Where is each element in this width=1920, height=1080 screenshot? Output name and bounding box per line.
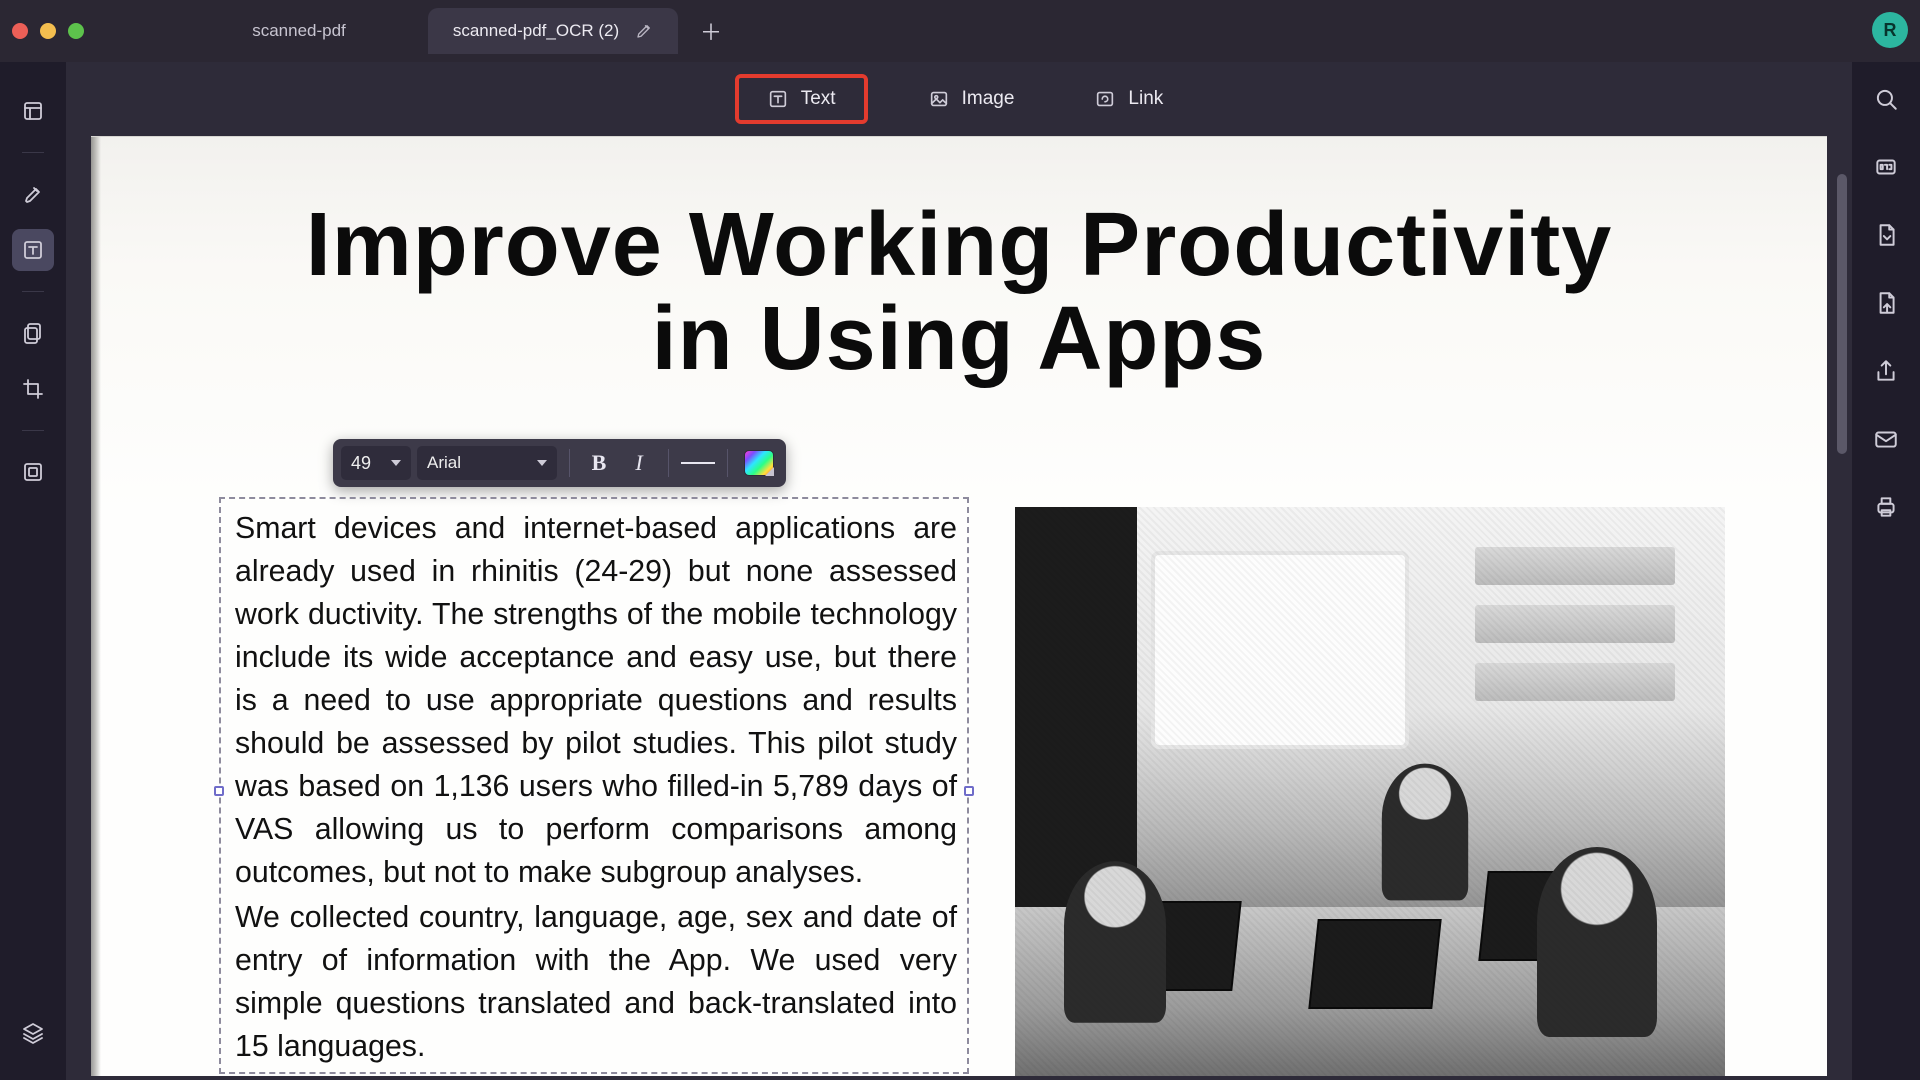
center-column: Text Image Link Improve Working Producti… [66, 62, 1852, 1080]
tab-label: scanned-pdf_OCR (2) [453, 21, 619, 41]
sidebar-thumbnails-button[interactable] [12, 90, 54, 132]
document-stage: Improve Working Productivity in Using Ap… [66, 136, 1852, 1080]
ocr-button[interactable] [1869, 150, 1903, 184]
ocr-icon [1873, 154, 1899, 180]
sidebar-edit-text-button[interactable] [12, 229, 54, 271]
edit-toolbar: Text Image Link [66, 62, 1852, 136]
selected-text-block[interactable]: Smart devices and internet-based applica… [219, 497, 969, 1074]
toolbar-divider [727, 449, 728, 477]
sidebar-divider [22, 291, 44, 292]
dropdown-corner-icon [765, 467, 774, 476]
text-format-toolbar: 49 Arial B I [333, 439, 786, 487]
font-size-value: 49 [351, 453, 371, 474]
edit-text-icon [21, 238, 45, 262]
text-color-button[interactable] [744, 450, 774, 476]
sidebar-divider [22, 430, 44, 431]
document-image[interactable] [1015, 507, 1725, 1076]
layers-icon [21, 1021, 45, 1045]
tab-scanned-pdf[interactable]: scanned-pdf [174, 8, 424, 54]
save-file-icon [1873, 290, 1899, 316]
document-page[interactable]: Improve Working Productivity in Using Ap… [91, 136, 1827, 1076]
toolbar-divider [668, 449, 669, 477]
tab-strip: scanned-pdf scanned-pdf_OCR (2) ＋ [174, 0, 726, 62]
share-button[interactable] [1869, 354, 1903, 388]
tab-scanned-pdf-ocr[interactable]: scanned-pdf_OCR (2) [428, 8, 678, 54]
sidebar-crop-button[interactable] [12, 368, 54, 410]
paragraph-2: We collected country, language, age, sex… [235, 896, 957, 1068]
search-icon [1873, 86, 1899, 112]
edit-icon [635, 22, 653, 40]
font-family-value: Arial [427, 453, 461, 473]
italic-button[interactable]: I [622, 446, 656, 480]
window-traffic-lights [12, 23, 84, 39]
text-tool-icon [767, 88, 789, 110]
window-close-dot[interactable] [12, 23, 28, 39]
toolbar-divider [569, 449, 570, 477]
toolbar-link-button[interactable]: Link [1074, 76, 1183, 122]
document-title: Improve Working Productivity in Using Ap… [91, 199, 1827, 386]
right-sidebar [1852, 62, 1920, 1080]
print-icon [1873, 494, 1899, 520]
watermark-icon [21, 460, 45, 484]
toolbar-text-button[interactable]: Text [735, 74, 868, 124]
toolbar-link-label: Link [1128, 88, 1163, 110]
thumbnails-icon [21, 99, 45, 123]
save-button[interactable] [1869, 286, 1903, 320]
avatar-initial: R [1884, 20, 1897, 41]
toolbar-text-label: Text [801, 88, 836, 110]
sidebar-highlight-button[interactable] [12, 173, 54, 215]
link-tool-icon [1094, 88, 1116, 110]
share-icon [1873, 358, 1899, 384]
left-sidebar [0, 62, 66, 1080]
print-button[interactable] [1869, 490, 1903, 524]
search-button[interactable] [1869, 82, 1903, 116]
title-line-1: Improve Working Productivity [306, 195, 1613, 295]
window-maximize-dot[interactable] [68, 23, 84, 39]
mail-button[interactable] [1869, 422, 1903, 456]
convert-button[interactable] [1869, 218, 1903, 252]
chevron-down-icon [391, 460, 401, 466]
sidebar-layers-button[interactable] [12, 1012, 54, 1054]
scrollbar-thumb[interactable] [1837, 174, 1847, 454]
app-frame: Text Image Link Improve Working Producti… [0, 62, 1920, 1080]
font-family-select[interactable]: Arial [417, 446, 557, 480]
convert-file-icon [1873, 222, 1899, 248]
page-copy-icon [21, 321, 45, 345]
title-line-2: in Using Apps [652, 289, 1267, 389]
mail-icon [1873, 426, 1899, 452]
sidebar-watermark-button[interactable] [12, 451, 54, 493]
toolbar-image-button[interactable]: Image [908, 76, 1035, 122]
align-button[interactable] [681, 446, 715, 480]
sidebar-divider [22, 152, 44, 153]
window-minimize-dot[interactable] [40, 23, 56, 39]
sidebar-pages-button[interactable] [12, 312, 54, 354]
paragraph-1: Smart devices and internet-based applica… [235, 507, 957, 894]
chevron-down-icon [537, 460, 547, 466]
bold-button[interactable]: B [582, 446, 616, 480]
avatar[interactable]: R [1872, 12, 1908, 48]
toolbar-image-label: Image [962, 88, 1015, 110]
new-tab-button[interactable]: ＋ [696, 16, 726, 46]
highlighter-icon [21, 182, 45, 206]
window-titlebar: scanned-pdf scanned-pdf_OCR (2) ＋ R [0, 0, 1920, 62]
crop-icon [21, 377, 45, 401]
font-size-select[interactable]: 49 [341, 446, 411, 480]
image-tool-icon [928, 88, 950, 110]
tab-label: scanned-pdf [252, 21, 346, 41]
vertical-scrollbar[interactable] [1836, 138, 1848, 1080]
resize-handle-left[interactable] [214, 786, 224, 796]
resize-handle-right[interactable] [964, 786, 974, 796]
